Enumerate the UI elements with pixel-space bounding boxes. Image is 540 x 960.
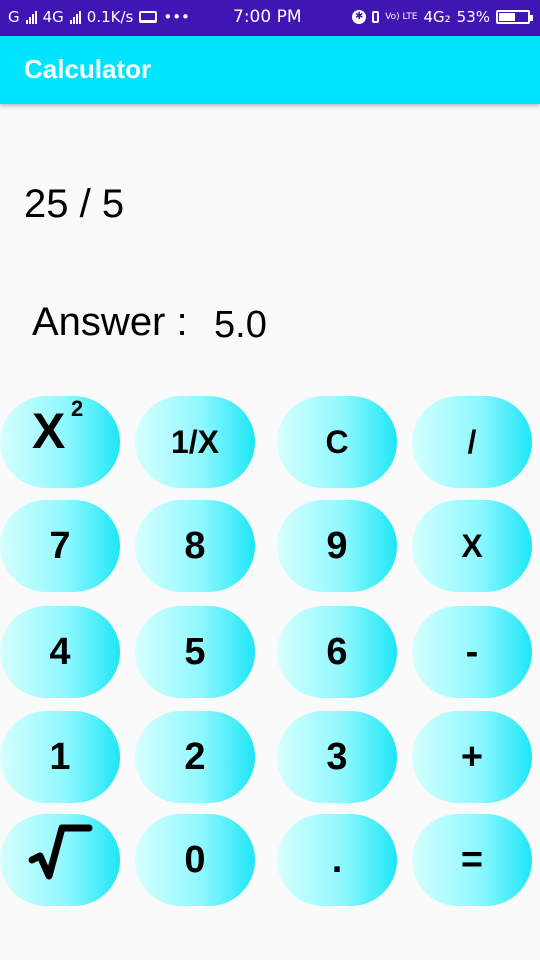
divide-button[interactable]: / [412, 396, 532, 488]
digit-9-button[interactable]: 9 [277, 500, 397, 592]
digit-2-button[interactable]: 2 [135, 711, 255, 803]
bluetooth-icon: ✱ [352, 10, 367, 24]
decimal-point-button[interactable]: . [277, 814, 397, 906]
status-left: G 4G 0.1K/s ••• [8, 8, 190, 26]
square-root-icon [28, 824, 93, 880]
clear-button[interactable]: C [277, 396, 397, 488]
signal-icon-2 [69, 10, 81, 24]
vibrate-icon [372, 11, 380, 23]
status-right: ✱ Vo) LTE 4G₂ 53% [352, 8, 533, 26]
network-type-1: 4G [42, 8, 64, 26]
svg-text:2: 2 [71, 396, 83, 421]
digit-4-button[interactable]: 4 [0, 606, 120, 698]
signal-icon [25, 10, 37, 24]
equals-button[interactable]: = [412, 814, 532, 906]
battery-percent: 53% [456, 8, 490, 26]
network-type-2: 4G₂ [423, 8, 451, 26]
digit-7-button[interactable]: 7 [0, 500, 120, 592]
laptop-icon [139, 11, 158, 23]
x-squared-icon: X 2 [32, 396, 83, 459]
multiply-button[interactable]: X [412, 500, 532, 592]
plus-button[interactable]: + [412, 711, 532, 803]
battery-icon [496, 10, 533, 24]
app-bar: Calculator [0, 36, 540, 104]
volte-label: Vo) LTE [385, 11, 418, 22]
digit-3-button[interactable]: 3 [277, 711, 397, 803]
minus-button[interactable]: - [412, 606, 532, 698]
expression-display: 25 / 5 [24, 182, 125, 226]
network-speed: 0.1K/s [86, 8, 134, 26]
answer-label: Answer : [32, 300, 188, 344]
digit-0-button[interactable]: 0 [135, 814, 255, 906]
carrier-label: G [8, 8, 20, 26]
digit-8-button[interactable]: 8 [135, 500, 255, 592]
digit-1-button[interactable]: 1 [0, 711, 120, 803]
sqrt-button[interactable] [0, 814, 120, 906]
app-title: Calculator [24, 54, 152, 84]
square-button[interactable]: X 2 [0, 396, 120, 488]
answer-value: 5.0 [214, 304, 267, 346]
digit-5-button[interactable]: 5 [135, 606, 255, 698]
more-notifications-icon: ••• [163, 8, 190, 26]
status-time: 7:00 PM [233, 7, 302, 27]
svg-text:X: X [32, 403, 65, 459]
reciprocal-button[interactable]: 1/X [135, 396, 255, 488]
status-bar: G 4G 0.1K/s ••• 7:00 PM ✱ Vo) LTE 4G₂ 53… [0, 0, 540, 36]
digit-6-button[interactable]: 6 [277, 606, 397, 698]
